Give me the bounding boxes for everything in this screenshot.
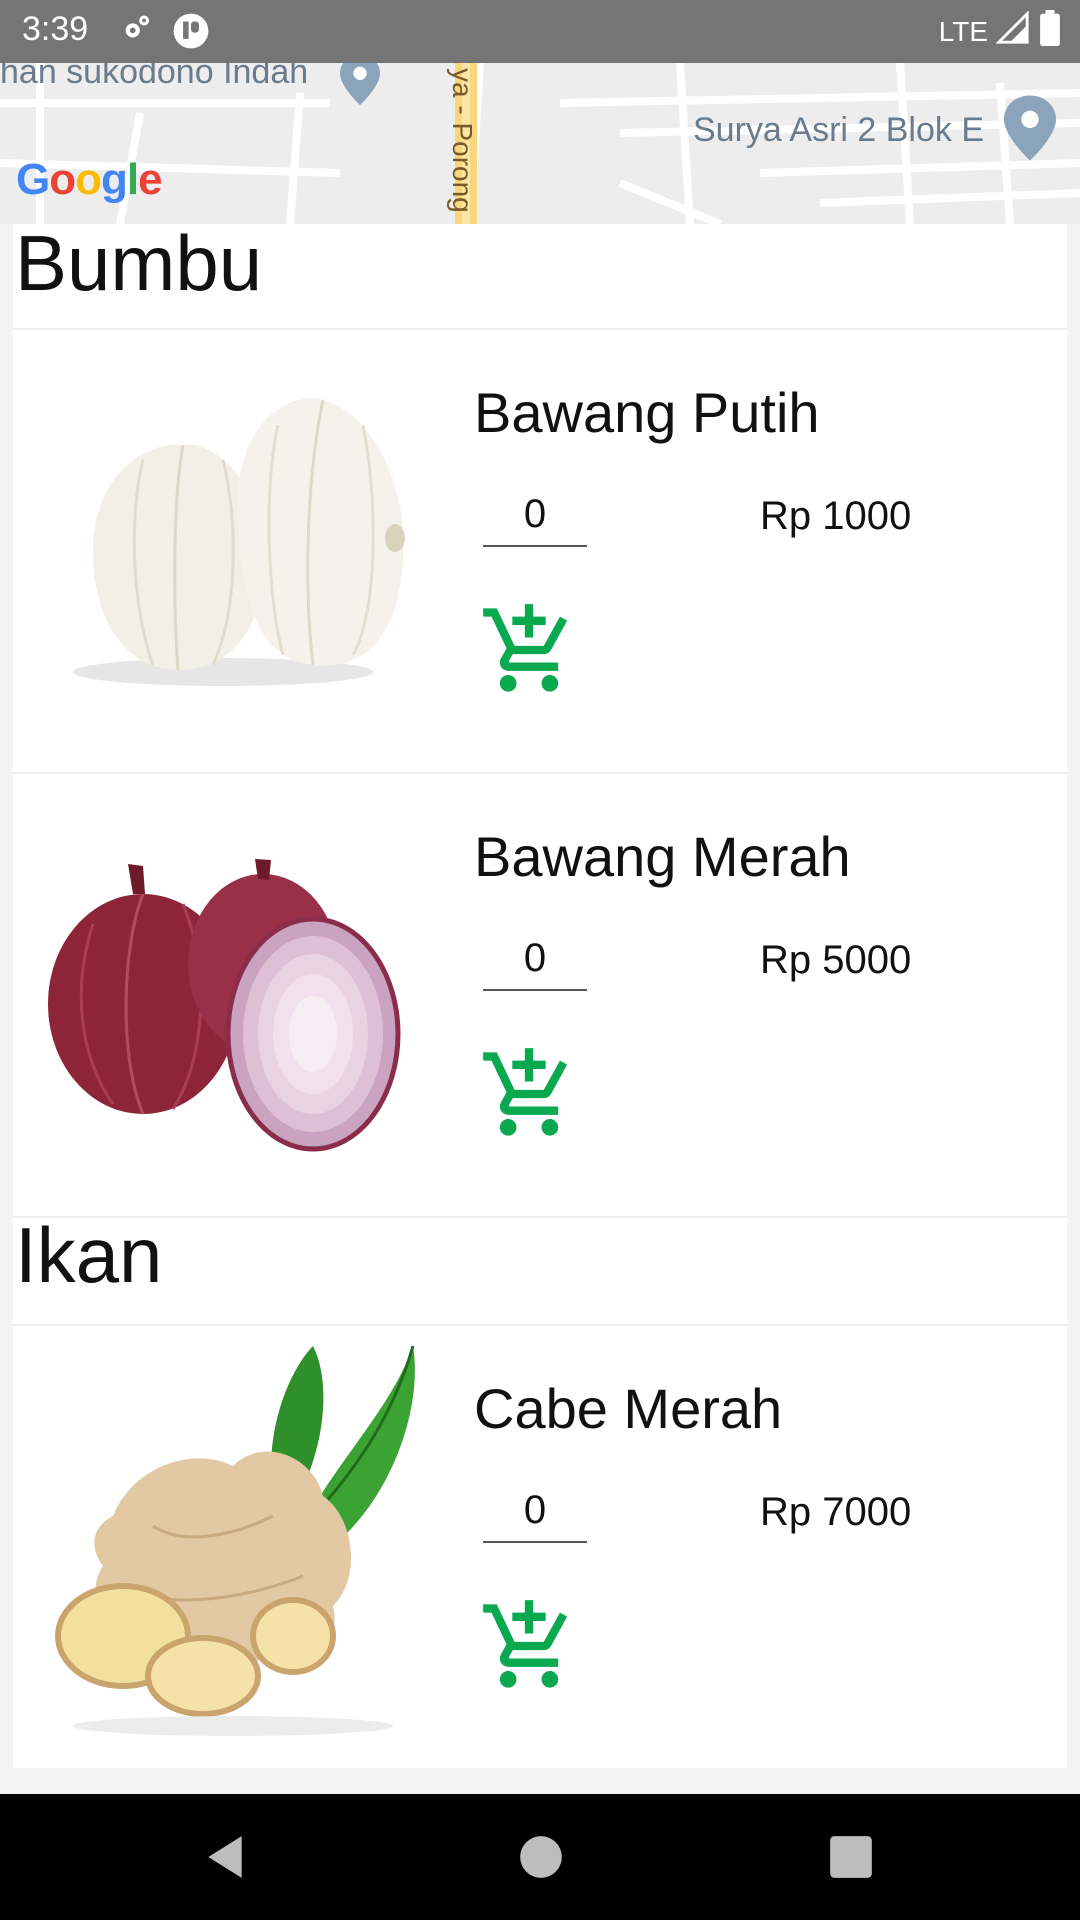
add-cart-icon — [474, 604, 584, 704]
product-item: Bawang Merah 0 Rp 5000 — [13, 774, 1067, 1214]
add-cart-icon — [474, 1600, 584, 1700]
product-list[interactable]: Bumbu Bawang Putih 0 Rp 1000 Bawang Mera… — [13, 219, 1067, 1768]
recents-icon[interactable] — [826, 1832, 876, 1887]
quantity-input[interactable]: 0 — [483, 936, 587, 991]
signal-icon — [995, 10, 1030, 52]
google-logo: Google — [16, 155, 163, 204]
quantity-input[interactable]: 0 — [483, 492, 587, 547]
settings-icon — [120, 12, 154, 55]
map-view[interactable]: han sukodono Indah ya - Porong Surya Asr… — [0, 63, 1080, 224]
product-name: Cabe Merah — [474, 1377, 783, 1440]
map-road-label: ya - Porong — [447, 68, 478, 213]
app-notification-icon — [172, 12, 210, 55]
section-title: Bumbu — [15, 219, 263, 307]
battery-icon — [1038, 10, 1062, 53]
product-name: Bawang Putih — [474, 381, 820, 444]
product-price: Rp 7000 — [760, 1490, 912, 1534]
add-to-cart-button[interactable] — [474, 1596, 584, 1696]
navigation-bar — [0, 1794, 1080, 1920]
product-item: Bawang Putih 0 Rp 1000 — [13, 330, 1067, 770]
map-label: han sukodono Indah — [0, 63, 309, 91]
ginger-image — [33, 1345, 433, 1746]
divider — [13, 1216, 1067, 1218]
product-price: Rp 5000 — [760, 938, 912, 982]
status-time: 3:39 — [22, 10, 89, 48]
map-pin-icon[interactable] — [340, 63, 380, 110]
product-name: Bawang Merah — [474, 825, 851, 888]
back-icon[interactable] — [200, 1832, 250, 1887]
product-price: Rp 1000 — [760, 494, 912, 538]
home-icon[interactable] — [516, 1832, 566, 1887]
add-to-cart-button[interactable] — [474, 1044, 584, 1144]
add-cart-icon — [474, 1048, 584, 1148]
product-item: Cabe Merah 0 Rp 7000 — [13, 1326, 1067, 1766]
network-label: LTE — [938, 15, 988, 47]
map-label: Surya Asri 2 Blok E — [693, 111, 985, 149]
section-title: Ikan — [15, 1211, 163, 1299]
quantity-input[interactable]: 0 — [483, 1488, 587, 1543]
map-pin-icon[interactable] — [1004, 93, 1056, 168]
garlic-image — [33, 350, 433, 750]
status-bar: 3:39 LTE — [0, 0, 1080, 63]
add-to-cart-button[interactable] — [474, 600, 584, 700]
red-onion-image — [33, 794, 433, 1194]
